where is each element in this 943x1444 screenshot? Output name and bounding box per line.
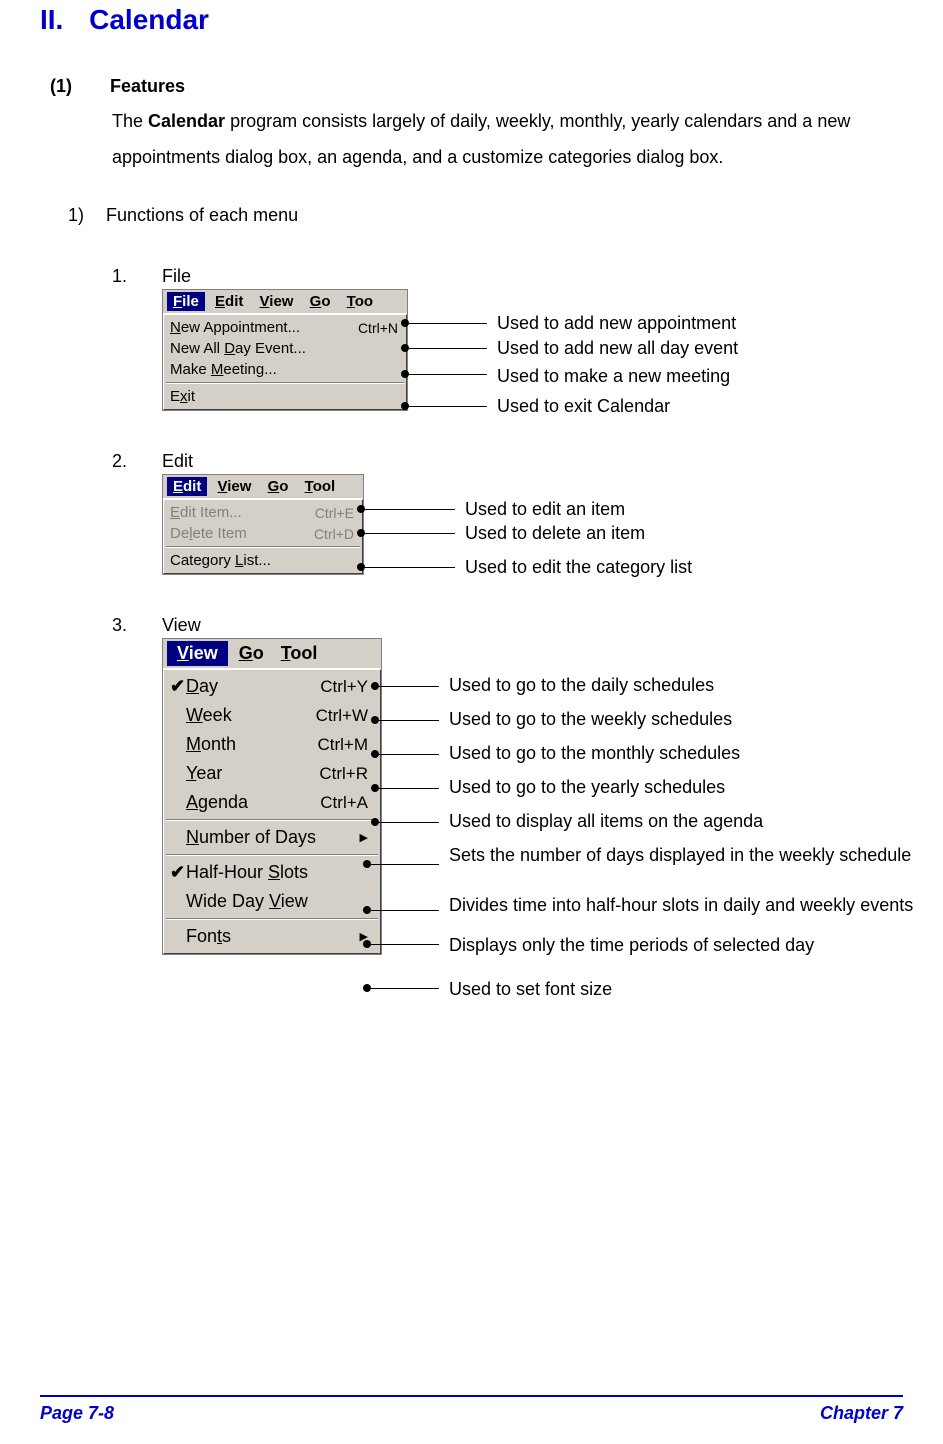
callout-line	[409, 323, 487, 324]
ann-view-year: Used to go to the yearly schedules	[449, 777, 725, 798]
menu-view[interactable]: View	[212, 477, 258, 496]
footer-divider	[40, 1395, 903, 1397]
ann-delete-item: Used to delete an item	[465, 523, 645, 544]
file-heading: 1.File	[112, 266, 903, 287]
submenu-arrow-icon: ▶	[354, 831, 368, 844]
menu-file[interactable]: File	[167, 292, 205, 311]
callout-dot	[401, 402, 409, 410]
callout-line	[365, 509, 455, 510]
page-title: II. Calendar	[40, 4, 903, 36]
edit-category-list[interactable]: Category List...	[166, 550, 360, 571]
edit-heading: 2.Edit	[112, 451, 903, 472]
title-text: Calendar	[89, 4, 209, 35]
view-year[interactable]: YearCtrl+R	[166, 759, 378, 788]
ann-view-month: Used to go to the monthly schedules	[449, 743, 740, 764]
file-exit[interactable]: Exit	[166, 386, 404, 407]
view-number-of-days[interactable]: Number of Days▶	[166, 823, 378, 852]
view-dropdown: ✔DayCtrl+Y WeekCtrl+W MonthCtrl+M YearCt…	[163, 669, 381, 954]
menu-tools[interactable]: Tool	[275, 642, 324, 665]
page-footer: Page 7-8 Chapter 7	[0, 1389, 943, 1424]
menu-go[interactable]: Go	[262, 477, 295, 496]
view-month[interactable]: MonthCtrl+M	[166, 730, 378, 759]
ann-new-appointment: Used to add new appointment	[497, 313, 736, 334]
view-wide-day-view[interactable]: Wide Day View	[166, 887, 378, 916]
footer-chapter: Chapter 7	[820, 1403, 903, 1424]
callout-line	[409, 374, 487, 375]
callout-dot	[401, 370, 409, 378]
view-menu-bar: View Go Tool	[163, 639, 381, 669]
view-menu: View Go Tool ✔DayCtrl+Y WeekCtrl+W Month…	[162, 638, 382, 955]
ann-half-hour: Divides time into half-hour slots in dai…	[449, 893, 939, 917]
menu-go[interactable]: Go	[233, 642, 270, 665]
callout-line	[409, 406, 487, 407]
view-half-hour-slots[interactable]: ✔Half-Hour Slots	[166, 858, 378, 887]
edit-edit-item[interactable]: Edit Item...Ctrl+E	[166, 502, 360, 523]
file-menu-bar: File Edit View Go Too	[163, 290, 407, 314]
menu-tools[interactable]: Tool	[299, 477, 342, 496]
ann-number-of-days: Sets the number of days displayed in the…	[449, 843, 939, 867]
ann-new-allday: Used to add new all day event	[497, 338, 738, 359]
callout-dot	[401, 319, 409, 327]
file-new-appointment[interactable]: New Appointment...Ctrl+N	[166, 317, 404, 338]
edit-dropdown: Edit Item...Ctrl+E Delete ItemCtrl+D Cat…	[163, 499, 363, 574]
file-make-meeting[interactable]: Make Meeting...	[166, 359, 404, 380]
ann-exit: Used to exit Calendar	[497, 396, 670, 417]
callout-line	[365, 567, 455, 568]
file-new-allday[interactable]: New All Day Event...	[166, 338, 404, 359]
view-week[interactable]: WeekCtrl+W	[166, 701, 378, 730]
menu-tools[interactable]: Too	[341, 292, 379, 311]
view-fonts[interactable]: Fonts▶	[166, 922, 378, 951]
ann-view-week: Used to go to the weekly schedules	[449, 709, 732, 730]
ann-fonts: Used to set font size	[449, 979, 612, 1000]
title-number: II.	[40, 4, 63, 35]
ann-category-list: Used to edit the category list	[465, 557, 692, 578]
ann-make-meeting: Used to make a new meeting	[497, 366, 730, 387]
features-body: The Calendar program consists largely of…	[112, 103, 903, 175]
ann-view-day: Used to go to the daily schedules	[449, 675, 714, 696]
callout-line	[365, 533, 455, 534]
callout-dot	[401, 344, 409, 352]
file-menu: File Edit View Go Too New Appointment...…	[162, 289, 408, 411]
section-functions: 1)Functions of each menu	[68, 205, 903, 226]
edit-menu-bar: Edit View Go Tool	[163, 475, 363, 499]
callout-dot	[357, 505, 365, 513]
edit-menu: Edit View Go Tool Edit Item...Ctrl+E Del…	[162, 474, 364, 575]
menu-view[interactable]: View	[254, 292, 300, 311]
menu-edit[interactable]: Edit	[209, 292, 249, 311]
callout-dot	[357, 563, 365, 571]
ann-edit-item: Used to edit an item	[465, 499, 625, 520]
view-agenda[interactable]: AgendaCtrl+A	[166, 788, 378, 817]
section-features: (1)Features	[50, 76, 903, 97]
ann-wide-day: Displays only the time periods of select…	[449, 935, 814, 956]
footer-page: Page 7-8	[40, 1403, 114, 1424]
callout-dot	[357, 529, 365, 537]
menu-edit[interactable]: Edit	[167, 477, 207, 496]
menu-view[interactable]: View	[167, 641, 228, 666]
view-day[interactable]: ✔DayCtrl+Y	[166, 672, 378, 701]
callout-line	[409, 348, 487, 349]
edit-delete-item[interactable]: Delete ItemCtrl+D	[166, 523, 360, 544]
file-dropdown: New Appointment...Ctrl+N New All Day Eve…	[163, 314, 407, 410]
menu-go[interactable]: Go	[304, 292, 337, 311]
view-heading: 3.View	[112, 615, 903, 636]
ann-view-agenda: Used to display all items on the agenda	[449, 811, 763, 832]
